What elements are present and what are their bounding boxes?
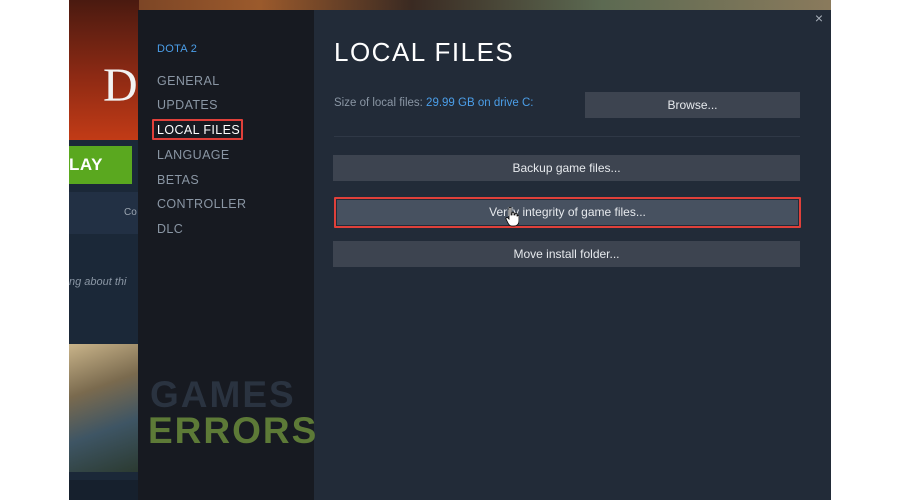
close-icon[interactable]: × [812,10,826,26]
sidebar-game-title: DOTA 2 [157,43,198,55]
background-play-button[interactable]: LAY [69,146,132,184]
sidebar-item-language[interactable]: LANGUAGE [157,148,230,162]
sidebar-highlight-box [152,119,243,140]
sidebar-item-dlc[interactable]: DLC [157,222,183,236]
watermark-errors-text: ERRORS [148,410,319,451]
hand-cursor-icon [505,207,519,227]
browse-button[interactable]: Browse... [585,92,800,118]
sidebar-item-betas[interactable]: BETAS [157,173,199,187]
background-bottom-strip [69,480,139,500]
watermark-games-text: GAMES [150,374,296,415]
sidebar-item-updates[interactable]: UPDATES [157,98,218,112]
section-divider [334,136,800,137]
background-game-logo-letter: D [103,59,138,112]
background-artwork-thumbnail [69,344,139,472]
move-install-folder-button[interactable]: Move install folder... [333,241,800,267]
sidebar-item-general[interactable]: GENERAL [157,74,220,88]
verify-highlight-box [334,197,801,228]
page-title: LOCAL FILES [334,37,515,67]
background-activity-text: ng about thi [69,276,127,288]
size-label-text: Size of local files: [334,97,427,109]
background-side-text: Co [124,207,137,218]
sidebar-item-controller[interactable]: CONTROLLER [157,197,246,211]
size-value-link[interactable]: 29.99 GB on drive C: [426,97,533,109]
backup-game-files-button[interactable]: Backup game files... [333,155,800,181]
local-files-size-info: Size of local files: 29.99 GB on drive C… [334,97,533,109]
